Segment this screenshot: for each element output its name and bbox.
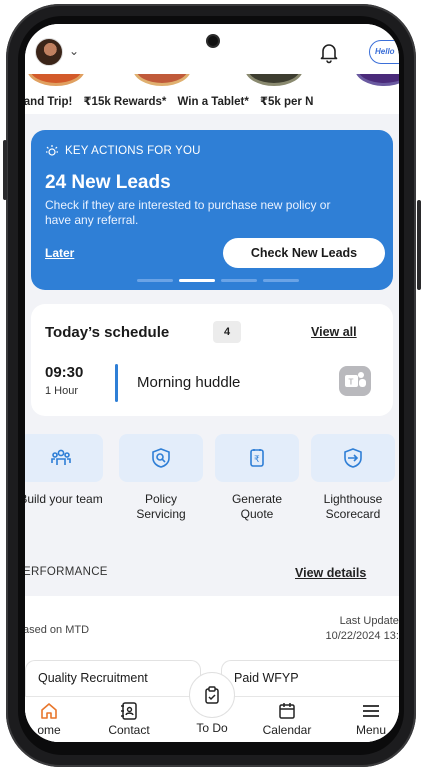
chevron-down-icon[interactable]: ⌄	[69, 44, 79, 58]
carousel-dot[interactable]	[263, 279, 299, 282]
reward-thumbnail[interactable]	[133, 74, 191, 86]
reward-label[interactable]: ailand Trip!	[25, 96, 72, 108]
svg-text:T: T	[349, 378, 354, 387]
quick-action-label: Generate Quote	[231, 492, 283, 521]
last-updated-value: 10/22/2024 13:5	[325, 630, 399, 642]
schedule-card: Today’s schedule 4 View all 09:30 1 Hour…	[31, 304, 393, 416]
nav-todo[interactable]: To Do	[176, 721, 248, 735]
nav-contact-label: Contact	[108, 723, 150, 737]
key-actions-heading: KEY ACTIONS FOR YOU	[65, 145, 201, 157]
tab-quality-recruitment[interactable]: Quality Recruitment	[25, 660, 201, 696]
nav-home-label: ome	[37, 723, 61, 737]
rewards-carousel[interactable]: ailand Trip! ₹15k Rewards* Win a Tablet*…	[25, 74, 399, 114]
check-new-leads-button[interactable]: Check New Leads	[223, 238, 385, 268]
nav-home[interactable]: ome	[25, 701, 85, 737]
view-all-link[interactable]: View all	[311, 325, 357, 339]
quick-action-lighthouse-scorecard[interactable]: Lighthouse Scorecard	[311, 434, 395, 522]
policy-search-icon	[152, 448, 170, 468]
reward-thumbnail[interactable]	[245, 74, 303, 86]
carousel-dot[interactable]	[221, 279, 257, 282]
bell-icon[interactable]	[317, 40, 341, 64]
quick-action-generate-quote[interactable]: ₹ Generate Quote	[215, 434, 299, 522]
team-icon	[51, 449, 71, 465]
event-name[interactable]: Morning huddle	[137, 374, 240, 391]
carousel-dot[interactable]	[137, 279, 173, 282]
nav-contact[interactable]: Contact	[93, 701, 165, 737]
event-indicator-bar	[115, 364, 118, 402]
later-link[interactable]: Later	[45, 246, 74, 260]
reward-thumbnail[interactable]	[355, 74, 399, 86]
carousel-dot-active[interactable]	[179, 279, 215, 282]
svg-text:₹: ₹	[254, 455, 260, 465]
reward-labels: ailand Trip! ₹15k Rewards* Win a Tablet*…	[25, 94, 321, 108]
carousel-indicator	[137, 279, 299, 282]
key-actions-card: KEY ACTIONS FOR YOU 24 New Leads Check i…	[31, 130, 393, 290]
schedule-count-badge: 4	[213, 321, 241, 343]
leads-title: 24 New Leads	[45, 172, 171, 193]
performance-heading: ERFORMANCE	[25, 566, 108, 578]
home-icon	[41, 703, 57, 719]
performance-basis: ased on MTD	[25, 624, 90, 636]
reward-label[interactable]: ₹5k per N	[260, 96, 313, 108]
nav-calendar-label: Calendar	[262, 723, 312, 737]
event-duration: 1 Hour	[45, 385, 79, 397]
quick-action-tile[interactable]	[25, 434, 103, 482]
quick-action-tile[interactable]	[311, 434, 395, 482]
nav-menu-label: Menu	[355, 723, 387, 737]
front-camera	[208, 36, 218, 46]
todo-clipboard-icon	[205, 686, 219, 704]
schedule-title: Today’s schedule	[45, 324, 170, 341]
nav-calendar[interactable]: Calendar	[251, 701, 323, 737]
quick-action-label: Policy Servicing	[136, 492, 186, 521]
event-time: 09:30	[45, 364, 84, 381]
top-bar: ⌄ Hello	[25, 24, 399, 74]
quick-action-label: Build your team	[25, 492, 103, 506]
leads-description: Check if they are interested to purchase…	[45, 198, 331, 227]
phone-side-button-right	[417, 200, 421, 290]
contact-icon	[121, 702, 137, 720]
quick-action-build-team[interactable]: Build your team	[25, 434, 103, 507]
phone-side-button	[3, 140, 7, 200]
quick-action-policy-servicing[interactable]: Policy Servicing	[119, 434, 203, 522]
chatbot-button[interactable]: Hello	[369, 40, 399, 64]
chatbot-label: Hello	[375, 47, 395, 56]
key-actions-heading-row: KEY ACTIONS FOR YOU	[45, 144, 201, 158]
shield-arrow-icon	[344, 448, 362, 468]
last-updated-label: Last Updated	[339, 615, 399, 627]
quick-action-tile[interactable]	[119, 434, 203, 482]
app-screen: ⌄ Hello ailand Trip! ₹15k Rewards* Win a…	[25, 24, 399, 742]
tab-paid-wfyp[interactable]: Paid WFYP	[221, 660, 399, 696]
performance-header: ERFORMANCE View details	[25, 550, 399, 596]
teams-icon[interactable]: T	[339, 366, 371, 396]
nav-todo-label: To Do	[196, 721, 228, 735]
nav-menu[interactable]: Menu	[335, 701, 399, 737]
reward-label[interactable]: Win a Tablet*	[178, 96, 249, 108]
quick-action-label: Lighthouse Scorecard	[323, 492, 383, 521]
quote-document-icon: ₹	[250, 449, 264, 467]
menu-icon	[363, 705, 379, 717]
view-details-link[interactable]: View details	[295, 566, 366, 580]
lightbulb-icon	[46, 145, 58, 156]
last-updated: Last Updated 10/22/2024 13:5	[325, 614, 399, 644]
quick-action-tile[interactable]: ₹	[215, 434, 299, 482]
reward-label[interactable]: ₹15k Rewards*	[84, 96, 167, 108]
profile-avatar[interactable]	[35, 38, 63, 66]
reward-thumbnail[interactable]	[27, 74, 85, 86]
calendar-icon	[279, 703, 295, 719]
todo-fab-button[interactable]	[189, 672, 235, 718]
